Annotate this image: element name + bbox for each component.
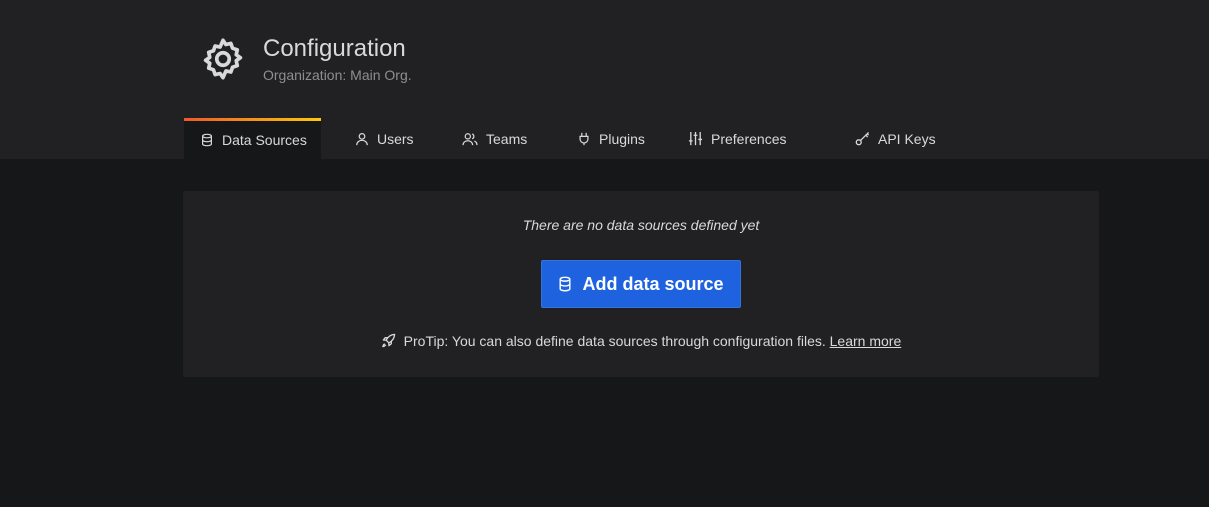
tab-label: Plugins (599, 130, 645, 147)
users-icon (462, 132, 478, 145)
empty-state-panel: There are no data sources defined yet Ad… (183, 191, 1099, 377)
tab-bar: Data Sources Users Teams Plugins Prefere… (184, 118, 936, 159)
learn-more-link[interactable]: Learn more (830, 333, 902, 349)
add-data-source-button[interactable]: Add data source (541, 260, 741, 308)
tab-label: Data Sources (222, 131, 307, 148)
key-icon (855, 131, 870, 146)
rocket-icon (381, 333, 396, 348)
tab-label: Users (377, 130, 414, 147)
gear-icon (203, 38, 243, 80)
page-subtitle: Organization: Main Org. (263, 67, 412, 83)
tab-label: Teams (486, 130, 528, 147)
user-icon (356, 132, 368, 145)
tab-teams[interactable]: Teams (427, 118, 542, 159)
tab-label: API Keys (878, 130, 936, 147)
sliders-icon (688, 131, 703, 146)
tab-api-keys[interactable]: API Keys (805, 118, 936, 159)
tab-plugins[interactable]: Plugins (542, 118, 658, 159)
tab-label: Preferences (711, 130, 787, 147)
tab-users[interactable]: Users (321, 118, 427, 159)
plug-icon (579, 132, 589, 145)
database-icon (202, 133, 212, 146)
protip: ProTip: You can also define data sources… (183, 333, 1099, 349)
database-icon (559, 276, 571, 292)
add-data-source-label: Add data source (582, 273, 724, 294)
protip-text: ProTip: You can also define data sources… (403, 333, 826, 349)
page-title: Configuration (263, 35, 406, 62)
tab-data-sources[interactable]: Data Sources (184, 118, 321, 159)
tab-preferences[interactable]: Preferences (658, 118, 805, 159)
empty-state-message: There are no data sources defined yet (522, 217, 760, 233)
page-header: Configuration Organization: Main Org. Da… (0, 0, 1209, 159)
